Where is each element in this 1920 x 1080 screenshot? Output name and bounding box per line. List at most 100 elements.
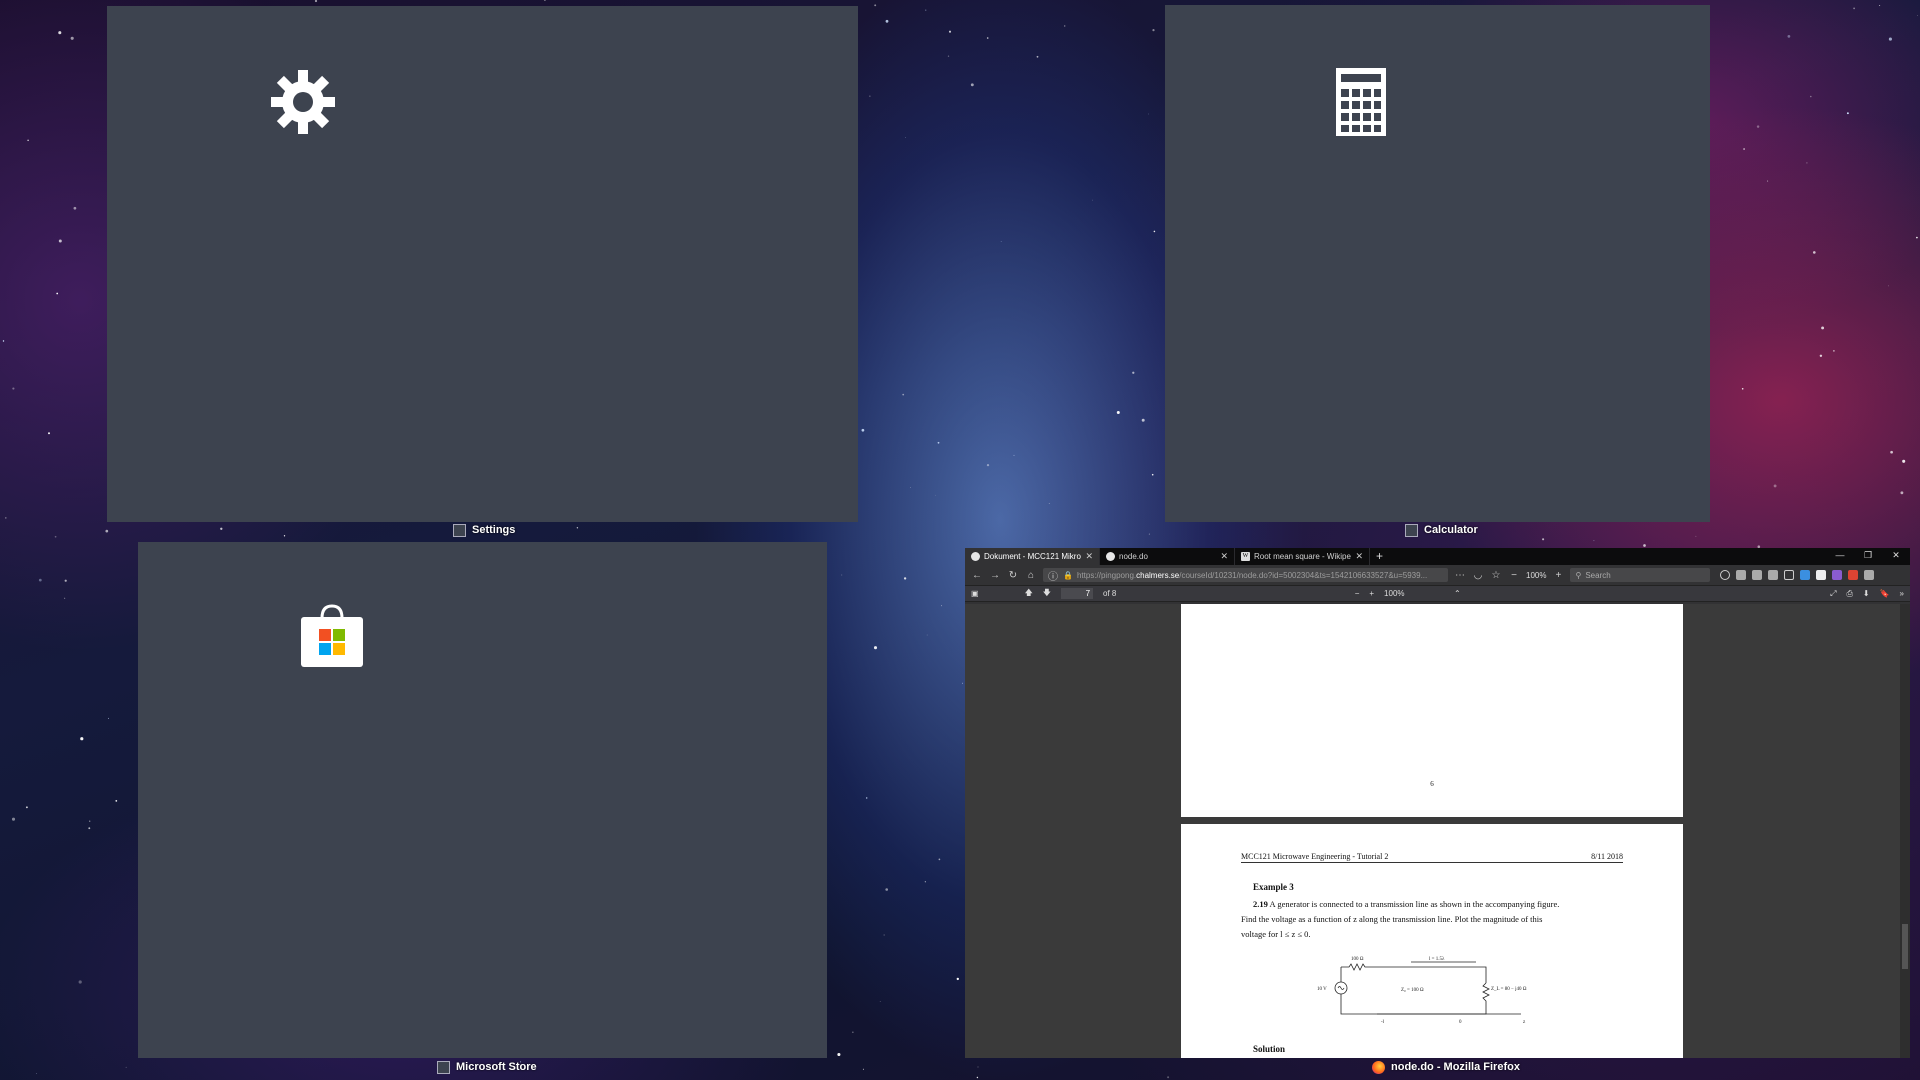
pocket-icon[interactable]: ◡ xyxy=(1472,570,1484,581)
presentation-mode-icon[interactable]: ⤢ xyxy=(1830,589,1836,599)
vertical-scrollbar[interactable] xyxy=(1900,604,1910,1058)
close-tab-icon[interactable]: ✕ xyxy=(1220,551,1228,562)
next-page-icon[interactable]: 🡇 xyxy=(1043,587,1051,601)
star xyxy=(2,340,5,342)
settings-window-thumbnail[interactable] xyxy=(107,6,858,522)
extension-icon[interactable] xyxy=(1832,570,1843,580)
star xyxy=(885,888,889,891)
calculator-label[interactable]: Calculator xyxy=(1405,520,1478,540)
wikipedia-icon: W xyxy=(1241,552,1250,561)
star xyxy=(80,737,84,741)
navigation-toolbar: ← → ↻ ⌂ ⓘ 🔒 https://pingpong.chalmers.se… xyxy=(965,565,1910,585)
print-icon[interactable]: ⎙ xyxy=(1846,589,1852,599)
previous-page-icon[interactable]: 🡅 xyxy=(1025,587,1033,601)
pdf-zoom-out-icon[interactable]: − xyxy=(1355,589,1360,598)
tab-wikipedia[interactable]: W Root mean square - Wikipedia ✕ xyxy=(1235,548,1370,565)
pdf-zoom-in-icon[interactable]: + xyxy=(1369,589,1374,598)
forward-icon[interactable]: → xyxy=(989,570,1001,581)
store-title: Microsoft Store xyxy=(456,1061,537,1073)
globe-icon xyxy=(1106,552,1115,561)
new-tab-button[interactable]: + xyxy=(1370,548,1389,565)
star xyxy=(1819,354,1823,358)
tab-dokument[interactable]: Dokument - MCC121 Mikrovåg ✕ xyxy=(965,548,1100,565)
search-icon[interactable] xyxy=(1720,570,1731,580)
sidebar-toggle-icon[interactable]: ▣ xyxy=(971,589,979,598)
download-icon[interactable] xyxy=(1752,570,1763,580)
menu-icon[interactable] xyxy=(1864,570,1875,580)
zoom-level[interactable]: 100% xyxy=(1526,571,1546,580)
settings-title: Settings xyxy=(472,524,516,536)
star xyxy=(105,529,109,533)
star xyxy=(1036,55,1039,58)
settings-mini-icon xyxy=(453,523,466,537)
star xyxy=(78,980,82,984)
extension-icon[interactable] xyxy=(1848,570,1859,580)
star xyxy=(89,820,91,822)
star xyxy=(27,139,29,142)
tab-node-do[interactable]: node.do ✕ xyxy=(1100,548,1235,565)
bookmark-icon[interactable]: 🔖 xyxy=(1880,589,1890,598)
scrollbar-thumb[interactable] xyxy=(1902,924,1908,969)
library-icon[interactable] xyxy=(1768,570,1779,580)
star xyxy=(1916,14,1918,16)
pdf-toolbar: ▣ 🡅 🡇 7 of 8 − + 100% ⌃ ⤢ ⎙ ⬇ 🔖 » xyxy=(965,585,1910,602)
upload-icon[interactable] xyxy=(1736,570,1747,580)
star xyxy=(861,428,865,432)
close-tab-icon[interactable]: ✕ xyxy=(1355,551,1363,562)
chevron-down-icon[interactable]: ⌃ xyxy=(1454,589,1461,598)
zoom-out-icon[interactable]: − xyxy=(1508,570,1520,581)
header-right: 8/11 2018 xyxy=(1591,852,1623,861)
store-label[interactable]: Microsoft Store xyxy=(437,1057,537,1077)
firefox-window-thumbnail[interactable]: Dokument - MCC121 Mikrovåg ✕ node.do ✕ W… xyxy=(965,548,1910,1058)
star xyxy=(314,0,318,3)
star xyxy=(25,806,28,809)
extension-icon[interactable] xyxy=(1816,570,1827,580)
star xyxy=(1916,236,1918,239)
star xyxy=(1888,37,1892,41)
star xyxy=(1787,35,1791,38)
info-icon[interactable]: ⓘ xyxy=(1047,568,1059,583)
restore-icon[interactable]: ❐ xyxy=(1854,548,1882,562)
star xyxy=(1152,29,1155,32)
tools-icon[interactable]: » xyxy=(1900,589,1904,598)
star xyxy=(1806,162,1808,164)
pdf-viewer[interactable]: 6 MCC121 Microwave Engineering - Tutoria… xyxy=(965,604,1910,1058)
url-bar[interactable]: ⓘ 🔒 https://pingpong.chalmers.se/courseI… xyxy=(1043,568,1448,582)
star xyxy=(1773,484,1777,488)
pdf-scale-select[interactable]: 100% xyxy=(1384,589,1444,598)
save-icon[interactable]: ⬇ xyxy=(1863,589,1870,598)
star xyxy=(73,206,77,210)
star xyxy=(36,1073,38,1074)
star xyxy=(865,797,868,799)
minimize-icon[interactable]: — xyxy=(1826,548,1854,562)
bookmark-star-icon[interactable]: ☆ xyxy=(1490,570,1502,581)
reload-icon[interactable]: ↻ xyxy=(1007,570,1019,581)
close-tab-icon[interactable]: ✕ xyxy=(1085,551,1093,562)
back-icon[interactable]: ← xyxy=(971,570,983,581)
calculator-window-thumbnail[interactable] xyxy=(1165,5,1710,522)
star xyxy=(64,597,66,599)
problem-number: 2.19 xyxy=(1253,899,1268,909)
settings-label[interactable]: Settings xyxy=(453,520,515,540)
sidebar-icon[interactable] xyxy=(1784,570,1795,580)
problem-line-2: Find the voltage as a function of z alon… xyxy=(1241,914,1543,924)
star xyxy=(948,30,952,33)
star xyxy=(935,494,936,496)
page-number-input[interactable]: 7 xyxy=(1061,588,1094,599)
char-impedance-label: Z₀ = 100 Ω xyxy=(1401,988,1424,993)
problem-line-1: A generator is connected to a transmissi… xyxy=(1269,899,1560,909)
shield-icon[interactable] xyxy=(1800,570,1811,580)
home-icon[interactable]: ⌂ xyxy=(1025,570,1037,581)
search-box[interactable]: ⚲ Search xyxy=(1570,568,1711,582)
store-window-thumbnail[interactable] xyxy=(138,542,827,1058)
star xyxy=(1756,125,1760,128)
star xyxy=(1743,148,1746,150)
star xyxy=(841,574,843,576)
zoom-in-icon[interactable]: + xyxy=(1552,570,1564,581)
firefox-label[interactable]: node.do - Mozilla Firefox xyxy=(1372,1057,1520,1077)
page-actions-icon[interactable]: ⋯ xyxy=(1454,570,1466,581)
close-icon[interactable]: ✕ xyxy=(1882,548,1910,562)
star xyxy=(1116,411,1120,414)
star xyxy=(905,136,906,138)
star xyxy=(970,83,974,87)
